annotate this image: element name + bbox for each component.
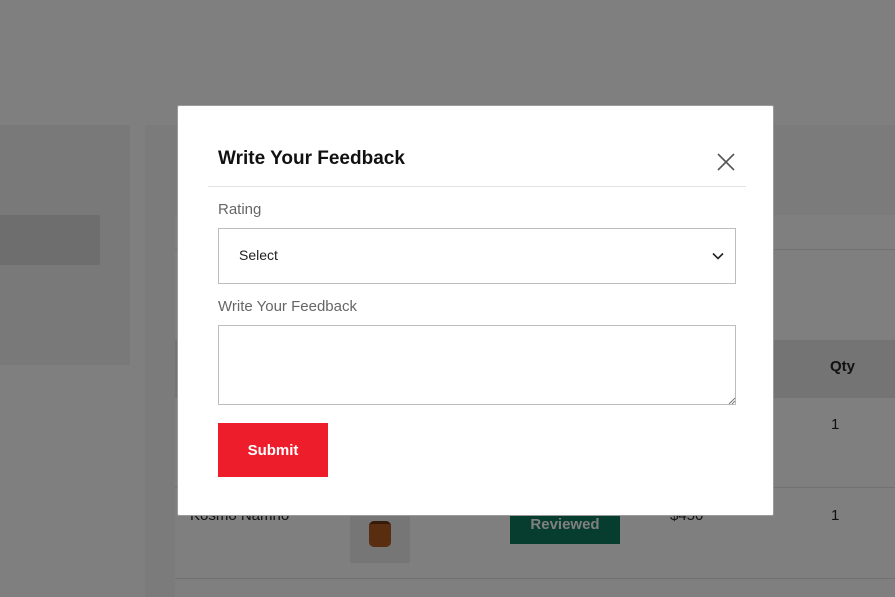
feedback-modal: Write Your Feedback Rating Select Write … <box>177 105 774 516</box>
rating-label: Rating <box>218 201 262 218</box>
submit-button[interactable]: Submit <box>218 423 328 477</box>
rating-select[interactable]: Select <box>218 228 736 284</box>
header-divider <box>208 186 746 187</box>
resize-handle-icon[interactable] <box>728 397 736 405</box>
close-icon <box>717 153 735 171</box>
close-button[interactable] <box>714 150 738 174</box>
modal-title: Write Your Feedback <box>218 148 405 169</box>
feedback-textarea[interactable] <box>218 325 736 405</box>
feedback-label: Write Your Feedback <box>218 298 357 315</box>
chevron-down-icon <box>712 252 724 260</box>
rating-select-value: Select <box>239 247 278 263</box>
page: Qty 1 Kosmo Namno Reviewed $450 1 Write … <box>0 0 895 597</box>
